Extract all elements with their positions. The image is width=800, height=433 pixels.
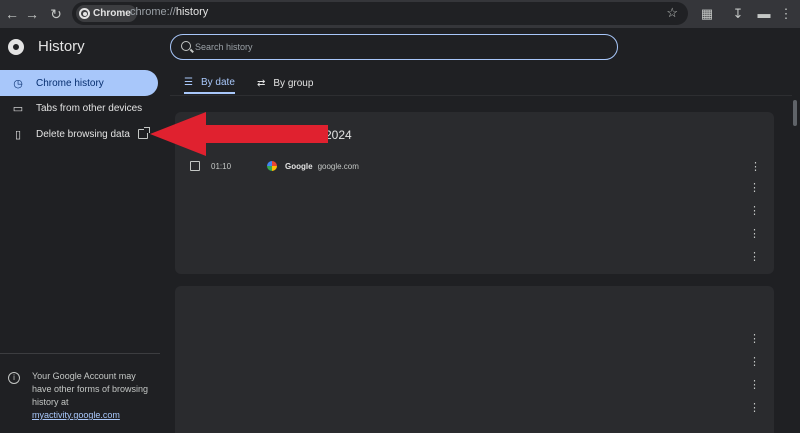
list-icon: ☰ (184, 76, 193, 88)
devices-icon: ▭ (12, 102, 24, 115)
more-vert-icon[interactable]: ⋮ (749, 227, 760, 240)
select-checkbox[interactable] (190, 161, 200, 171)
myactivity-link[interactable]: myactivity.google.com (32, 410, 120, 420)
url-path: history (175, 6, 209, 18)
tab-label: By date (200, 76, 235, 88)
tab-label: By group (273, 77, 314, 89)
sidebar-item-delete-browsing-data[interactable]: ▯ Delete browsing data (0, 121, 158, 147)
url-text[interactable]: chrome://history (130, 6, 208, 18)
info-icon: i (8, 372, 20, 384)
tab-by-date[interactable]: ☰ By date (184, 72, 235, 94)
browser-toolbar: ← → ↻ Chrome chrome://history ☆ ▦ ↧ ▬ ⋮ (0, 0, 800, 28)
star-icon[interactable]: ☆ (666, 5, 678, 21)
account-icon[interactable]: ▬ (754, 4, 774, 24)
address-bar[interactable]: Chrome chrome://history ☆ (72, 2, 688, 25)
site-chip[interactable]: Chrome (76, 5, 137, 22)
page-title: History (38, 38, 85, 55)
reload-icon[interactable]: ↻ (46, 4, 66, 24)
sidebar: History ◷ Chrome history ▭ Tabs from oth… (0, 28, 162, 433)
search-box[interactable] (170, 34, 618, 60)
sidebar-item-tabs-from-other-devices[interactable]: ▭ Tabs from other devices (0, 95, 158, 121)
more-vert-icon[interactable]: ⋮ (749, 250, 760, 263)
group-icon: ⇄ (257, 77, 266, 89)
download-icon[interactable]: ↧ (728, 4, 748, 24)
google-favicon-icon (267, 161, 277, 171)
domain-text: google.com (317, 161, 359, 171)
sidebar-divider (0, 353, 160, 354)
history-icon: ◷ (13, 77, 23, 90)
more-vert-icon[interactable]: ⋮ (749, 378, 760, 391)
search-icon (181, 41, 191, 51)
more-vert-icon[interactable]: ⋮ (749, 401, 760, 414)
account-note: i Your Google Account may have other for… (8, 370, 153, 422)
site-chip-label: Chrome (93, 8, 131, 19)
more-vert-icon[interactable]: ⋮ (776, 4, 796, 24)
more-vert-icon[interactable]: ⋮ (749, 355, 760, 368)
chrome-logo-icon (8, 38, 24, 55)
back-arrow-icon[interactable]: ← (2, 4, 22, 24)
url-scheme: chrome:// (130, 6, 176, 18)
more-vert-icon[interactable]: ⋮ (749, 204, 760, 217)
open-external-icon (137, 127, 150, 139)
visit-time: 01:10 (211, 161, 232, 171)
more-vert-icon[interactable]: ⋮ (750, 160, 761, 173)
more-vert-icon[interactable]: ⋮ (749, 181, 760, 194)
annotation-arrow (150, 112, 328, 156)
arrow-shape (150, 112, 328, 156)
sidebar-item-label: Chrome history (36, 77, 104, 89)
page-title-link[interactable]: Google (285, 162, 313, 171)
scroll-thumb[interactable] (793, 100, 797, 126)
forward-arrow-icon[interactable]: → (22, 4, 42, 24)
sidebar-item-label: Tabs from other devices (36, 102, 143, 114)
brand: History (8, 38, 85, 55)
puzzle-icon[interactable]: ▦ (697, 4, 717, 24)
history-row[interactable]: 01:10 Google google.com ⋮ (190, 158, 761, 174)
sidebar-item-label: Delete browsing data (36, 128, 130, 140)
tabs-divider (170, 95, 792, 96)
chrome-logo-icon (79, 8, 90, 19)
account-note-text: Your Google Account may have other forms… (32, 371, 149, 407)
history-card: ⋮ ⋮ ⋮ ⋮ (175, 286, 774, 433)
sidebar-item-chrome-history[interactable]: ◷ Chrome history (0, 70, 158, 96)
tab-by-group[interactable]: ⇄ By group (257, 72, 313, 94)
more-vert-icon[interactable]: ⋮ (749, 332, 760, 345)
search-input[interactable] (195, 39, 605, 55)
trash-icon: ▯ (14, 128, 22, 141)
scrollbar[interactable] (791, 96, 799, 433)
